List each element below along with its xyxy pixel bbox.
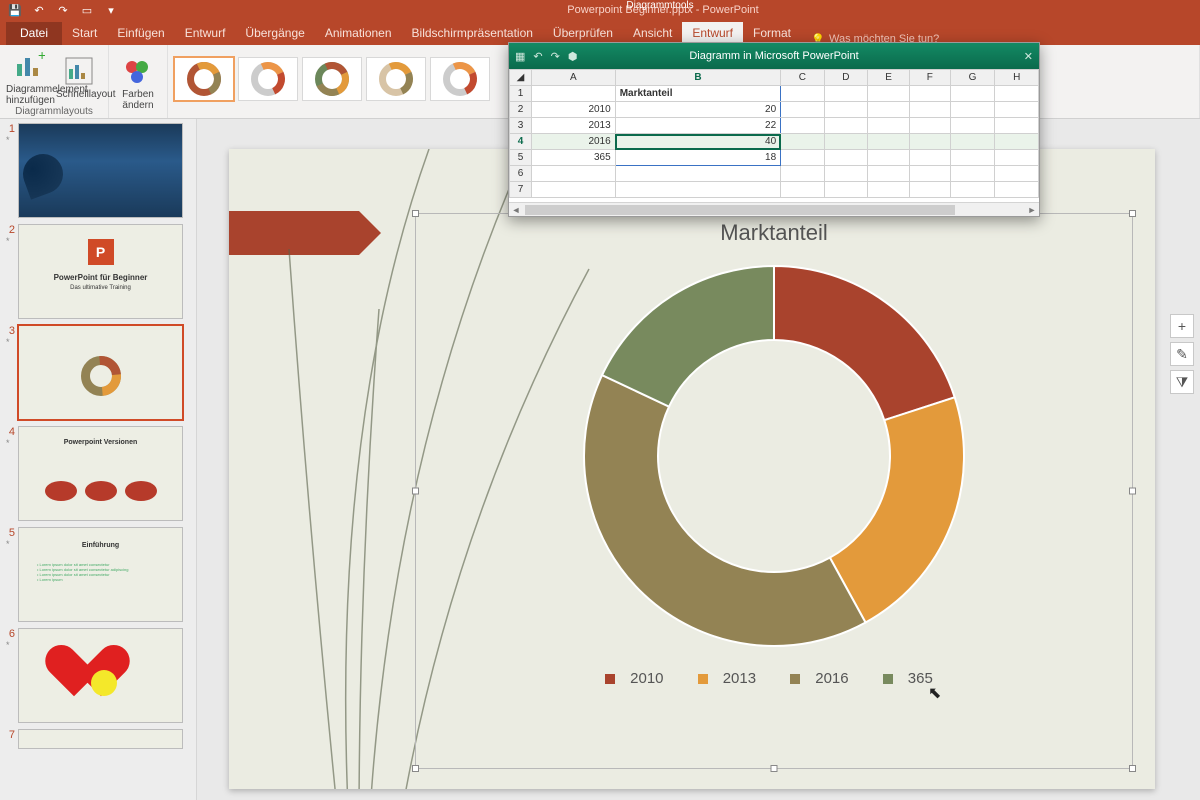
resize-handle[interactable]	[412, 488, 419, 495]
plus-icon: +	[1178, 318, 1186, 334]
cell[interactable]: 18	[615, 150, 780, 166]
change-colors-label: Farben ändern	[115, 89, 161, 111]
scroll-left-icon[interactable]: ◄	[509, 203, 523, 217]
cell[interactable]: 365	[532, 150, 616, 166]
col-header[interactable]: B	[615, 70, 780, 86]
redo-icon[interactable]: ↷	[56, 4, 70, 17]
thumb-4[interactable]: 4* Powerpoint Versionen	[6, 426, 190, 521]
chart-styles-button[interactable]: ✎	[1170, 342, 1194, 366]
ds-redo-icon[interactable]: ↷	[551, 50, 560, 63]
tab-einfugen[interactable]: Einfügen	[107, 22, 174, 45]
add-chart-element-label: Diagrammelement hinzufügen	[6, 84, 52, 106]
active-cell[interactable]: 40	[615, 134, 780, 150]
ds-menu-icon[interactable]: ▦	[515, 50, 525, 63]
chart-style-1[interactable]	[174, 57, 234, 101]
arrow-shape[interactable]	[229, 211, 359, 255]
datasheet-qat: ▦ ↶ ↷ ⬢	[515, 50, 577, 63]
slideshow-icon[interactable]: ▭	[80, 4, 94, 17]
resize-handle[interactable]	[412, 765, 419, 772]
cell[interactable]: 2016	[532, 134, 616, 150]
thumb-2[interactable]: 2* PPowerPoint für BeginnerDas ultimativ…	[6, 224, 190, 319]
quick-layout-label: Schnelllayout	[56, 89, 102, 100]
chart-title[interactable]: Marktanteil	[416, 214, 1132, 246]
svg-text:+: +	[38, 50, 45, 63]
scroll-right-icon[interactable]: ►	[1025, 203, 1039, 217]
col-header[interactable]: A	[532, 70, 616, 86]
quick-access-toolbar: 💾 ↶ ↷ ▭ ▾	[0, 4, 126, 17]
slide: Marktanteil 2010 2013 2016 365	[229, 149, 1155, 789]
cell[interactable]: Marktanteil	[615, 86, 780, 102]
donut-chart[interactable]	[574, 256, 974, 656]
tab-start[interactable]: Start	[62, 22, 107, 45]
thumb-6[interactable]: 6*	[6, 628, 190, 723]
tab-datei[interactable]: Datei	[6, 22, 62, 45]
group-colors: Farben ändern	[109, 45, 168, 118]
legend-item: 365	[908, 670, 933, 687]
legend-item: 2013	[723, 670, 756, 687]
col-header[interactable]: F	[910, 70, 950, 86]
resize-handle[interactable]	[771, 765, 778, 772]
chart-legend[interactable]: 2010 2013 2016 365	[416, 670, 1132, 687]
tab-entwurf[interactable]: Entwurf	[175, 22, 236, 45]
col-header[interactable]: H	[995, 70, 1039, 86]
change-colors-button[interactable]: Farben ändern	[115, 53, 161, 111]
cell[interactable]: 2010	[532, 102, 616, 118]
legend-item: 2016	[815, 670, 848, 687]
tab-ubergange[interactable]: Übergänge	[235, 22, 314, 45]
resize-handle[interactable]	[412, 210, 419, 217]
chart-filters-button[interactable]: ⧩	[1170, 370, 1194, 394]
slide-thumbnails[interactable]: 1* 2* PPowerPoint für BeginnerDas ultima…	[0, 119, 197, 800]
close-icon[interactable]: ✕	[1024, 50, 1033, 63]
resize-handle[interactable]	[1129, 488, 1136, 495]
legend-item: 2010	[630, 670, 663, 687]
datasheet-hscroll[interactable]: ◄ ►	[509, 202, 1039, 216]
workspace: 1* 2* PPowerPoint für BeginnerDas ultima…	[0, 119, 1200, 800]
resize-handle[interactable]	[1129, 210, 1136, 217]
chart-style-5[interactable]	[430, 57, 490, 101]
datasheet-title: Diagramm in Microsoft PowerPoint	[689, 50, 858, 62]
col-header[interactable]: C	[781, 70, 824, 86]
quick-layout-button[interactable]: Schnelllayout	[56, 53, 102, 100]
resize-handle[interactable]	[1129, 765, 1136, 772]
thumb-5[interactable]: 5* Einführung • Lorem ipsum dolor sit am…	[6, 527, 190, 622]
select-all-cell[interactable]: ◢	[510, 70, 532, 86]
cell[interactable]: 22	[615, 118, 780, 134]
brush-icon: ✎	[1176, 346, 1188, 363]
qat-more-icon[interactable]: ▾	[104, 4, 118, 17]
col-header[interactable]: D	[824, 70, 867, 86]
datasheet-titlebar[interactable]: ▦ ↶ ↷ ⬢ Diagramm in Microsoft PowerPoint…	[509, 43, 1039, 69]
chart-style-3[interactable]	[302, 57, 362, 101]
thumb-1[interactable]: 1*	[6, 123, 190, 218]
ds-undo-icon[interactable]: ↶	[533, 50, 542, 63]
add-chart-element-button[interactable]: + Diagrammelement hinzufügen	[6, 48, 52, 106]
slide-canvas[interactable]: Marktanteil 2010 2013 2016 365 + ✎ ⧩ ⬉	[197, 119, 1200, 800]
chart-object[interactable]: Marktanteil 2010 2013 2016 365	[415, 213, 1133, 769]
chart-elements-button[interactable]: +	[1170, 314, 1194, 338]
col-header[interactable]: E	[868, 70, 910, 86]
ds-chart-icon[interactable]: ⬢	[568, 50, 578, 63]
col-header[interactable]: G	[950, 70, 995, 86]
scroll-thumb[interactable]	[525, 205, 955, 215]
data-grid[interactable]: ◢ A B C D E F G H 1Marktanteil 2201020 3…	[509, 69, 1039, 198]
funnel-icon: ⧩	[1176, 374, 1189, 391]
cell[interactable]: 20	[615, 102, 780, 118]
tab-animationen[interactable]: Animationen	[315, 22, 402, 45]
group-layouts: + Diagrammelement hinzufügen Schnelllayo…	[0, 45, 109, 118]
chart-style-2[interactable]	[238, 57, 298, 101]
group-layouts-label: Diagrammlayouts	[6, 106, 102, 118]
chart-style-4[interactable]	[366, 57, 426, 101]
chart-data-window[interactable]: ▦ ↶ ↷ ⬢ Diagramm in Microsoft PowerPoint…	[508, 42, 1040, 217]
thumb-3[interactable]: 3*	[6, 325, 190, 420]
save-icon[interactable]: 💾	[8, 4, 22, 17]
chart-quick-buttons: + ✎ ⧩	[1170, 314, 1194, 394]
undo-icon[interactable]: ↶	[32, 4, 46, 17]
thumb-7[interactable]: 7	[6, 729, 190, 749]
contextual-tab-label: Diagrammtools	[600, 0, 720, 11]
cell[interactable]: 2013	[532, 118, 616, 134]
